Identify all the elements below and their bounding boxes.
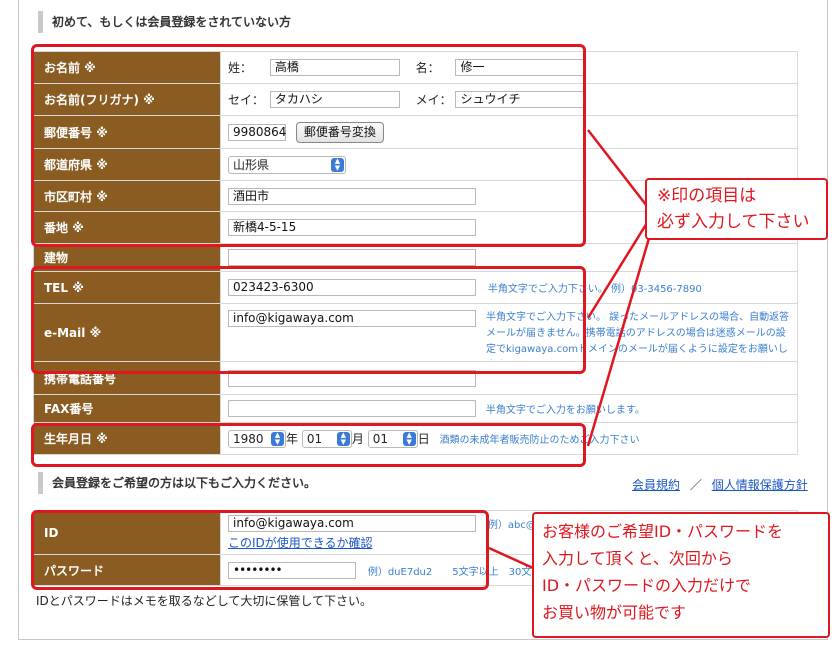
prefecture-select[interactable]: 山形県 ▲ ▼: [228, 155, 346, 174]
building-label: 建物: [33, 243, 221, 272]
zip-label: 郵便番号 ※: [33, 115, 221, 149]
fax-note: 半角文字でご入力をお願いします。: [485, 405, 645, 416]
section-title-guest: 初めて、もしくは会員登録をされていない方: [38, 11, 291, 33]
year-unit: 年: [286, 432, 299, 446]
link-separator: ／: [689, 478, 702, 492]
callout-account-line-4: お買い物が可能です: [542, 603, 687, 622]
city-label: 市区町村 ※: [33, 180, 221, 212]
mobile-input[interactable]: [228, 369, 476, 387]
id-input[interactable]: info@kigawaya.com: [228, 515, 476, 532]
birth-note: 酒類の未成年者販売防止のためご入力下さい: [439, 435, 640, 446]
callout-account-line-1: お客様のご希望ID・パスワードを: [542, 522, 784, 541]
row-birth: 生年月日 ※ 1980 ▲ ▼ 年 01 ▲ ▼ 月 01 ▲ ▼ 日 酒類の未成年者販売防止のた…: [33, 422, 798, 455]
kana-label: お名前(フリガナ) ※: [33, 83, 221, 116]
month-unit: 月: [351, 432, 364, 446]
select-arrows-icon: ▲ ▼: [271, 431, 284, 446]
building-input[interactable]: [228, 249, 476, 266]
last-name-kana-input[interactable]: タカハシ: [269, 91, 400, 108]
callout-required: ※印の項目は 必ず入力して下さい: [645, 178, 828, 240]
birth-month-value: 01: [306, 431, 323, 446]
customer-form-table: お名前 ※ 姓： 高橋 名： 修一 お名前(フリガナ) ※ セイ： タカハシ メ…: [33, 51, 798, 455]
sei-label: 姓：: [228, 61, 253, 75]
row-zip: 郵便番号 ※ 9980864 郵便番号変換: [33, 115, 798, 149]
select-arrows-icon: ▲ ▼: [331, 157, 344, 172]
birth-year-select[interactable]: 1980 ▲ ▼: [228, 429, 286, 448]
id-check-link[interactable]: このIDが使用できるか確認: [228, 536, 373, 550]
password-note: 例）duE7du2 5文字以上 30文: [367, 566, 532, 578]
password-input[interactable]: ••••••••: [228, 561, 356, 579]
row-email: e-Mail ※ info@kigawaya.com 半角文字でご入力下さい。 …: [33, 303, 798, 362]
zip-input[interactable]: 9980864: [228, 123, 286, 141]
row-tel: TEL ※ 023423-6300 半角文字でご入力下さい。 例）03-3456…: [33, 271, 798, 304]
select-arrows-icon: ▲ ▼: [402, 431, 416, 446]
row-fax: FAX番号 半角文字でご入力をお願いします。: [33, 394, 798, 423]
row-mobile: 携帯電話番号: [33, 361, 798, 395]
first-name-kana-input[interactable]: シュウイチ: [455, 91, 586, 108]
terms-link[interactable]: 会員規約: [632, 478, 680, 492]
name-label: お名前 ※: [33, 51, 221, 84]
prefecture-value: 山形県: [233, 158, 270, 172]
first-name-input[interactable]: 修一: [455, 59, 586, 76]
birth-day-select[interactable]: 01 ▲ ▼: [367, 429, 418, 448]
pref-label: 都道府県 ※: [33, 148, 221, 181]
tel-input[interactable]: 023423-6300: [228, 279, 476, 296]
fax-input[interactable]: [228, 400, 476, 417]
policy-links: 会員規約 ／ 個人情報保護方針: [632, 476, 808, 493]
privacy-link[interactable]: 個人情報保護方針: [712, 478, 808, 492]
section-title-member: 会員登録をご希望の方は以下もご入力ください。: [38, 472, 316, 494]
mei-label: 名：: [415, 61, 440, 75]
city-input[interactable]: 酒田市: [228, 187, 476, 205]
section-title-member-text: 会員登録をご希望の方は以下もご入力ください。: [52, 476, 317, 490]
section-title-text: 初めて、もしくは会員登録をされていない方: [52, 15, 292, 29]
birth-label: 生年月日 ※: [33, 422, 221, 455]
password-label: パスワード: [33, 554, 221, 586]
row-kana: お名前(フリガナ) ※ セイ： タカハシ メイ： シュウイチ: [33, 83, 798, 116]
row-pref: 都道府県 ※ 山形県 ▲ ▼: [33, 148, 798, 181]
birth-year-value: 1980: [233, 431, 264, 446]
row-name: お名前 ※ 姓： 高橋 名： 修一: [33, 51, 798, 84]
callout-required-line-2: 必ず入力して下さい: [657, 212, 810, 232]
row-building: 建物: [33, 243, 798, 272]
callout-account: お客様のご希望ID・パスワードを 入力して頂くと、次回から ID・パスワードの入…: [532, 512, 830, 638]
address-label: 番地 ※: [33, 211, 221, 244]
address-input[interactable]: 新橋4-5-15: [228, 219, 476, 236]
select-arrows-icon: ▲ ▼: [336, 431, 350, 446]
tel-label: TEL ※: [33, 271, 221, 304]
mei-kana-label: メイ：: [415, 93, 452, 107]
callout-account-line-2: 入力して頂くと、次回から: [542, 549, 733, 568]
email-input[interactable]: info@kigawaya.com: [228, 310, 476, 327]
callout-required-line-1: ※印の項目は: [657, 186, 757, 206]
id-label: ID: [33, 510, 221, 555]
tel-note: 半角文字でご入力下さい。 例）03-3456-7890: [487, 284, 702, 295]
birth-month-select[interactable]: 01 ▲ ▼: [301, 429, 352, 448]
fax-label: FAX番号: [33, 394, 221, 423]
zip-convert-button[interactable]: 郵便番号変換: [295, 121, 384, 143]
email-label: e-Mail ※: [33, 303, 221, 362]
last-name-input[interactable]: 高橋: [269, 59, 400, 76]
sei-kana-label: セイ：: [228, 93, 265, 107]
id-note: 例）abc@: [487, 520, 536, 531]
callout-account-line-3: ID・パスワードの入力だけで: [542, 576, 752, 595]
day-unit: 日: [417, 432, 430, 446]
mobile-label: 携帯電話番号: [33, 361, 221, 395]
birth-day-value: 01: [372, 431, 388, 446]
id-memo-text: IDとパスワードはメモを取るなどして大切に保管して下さい。: [36, 594, 373, 608]
